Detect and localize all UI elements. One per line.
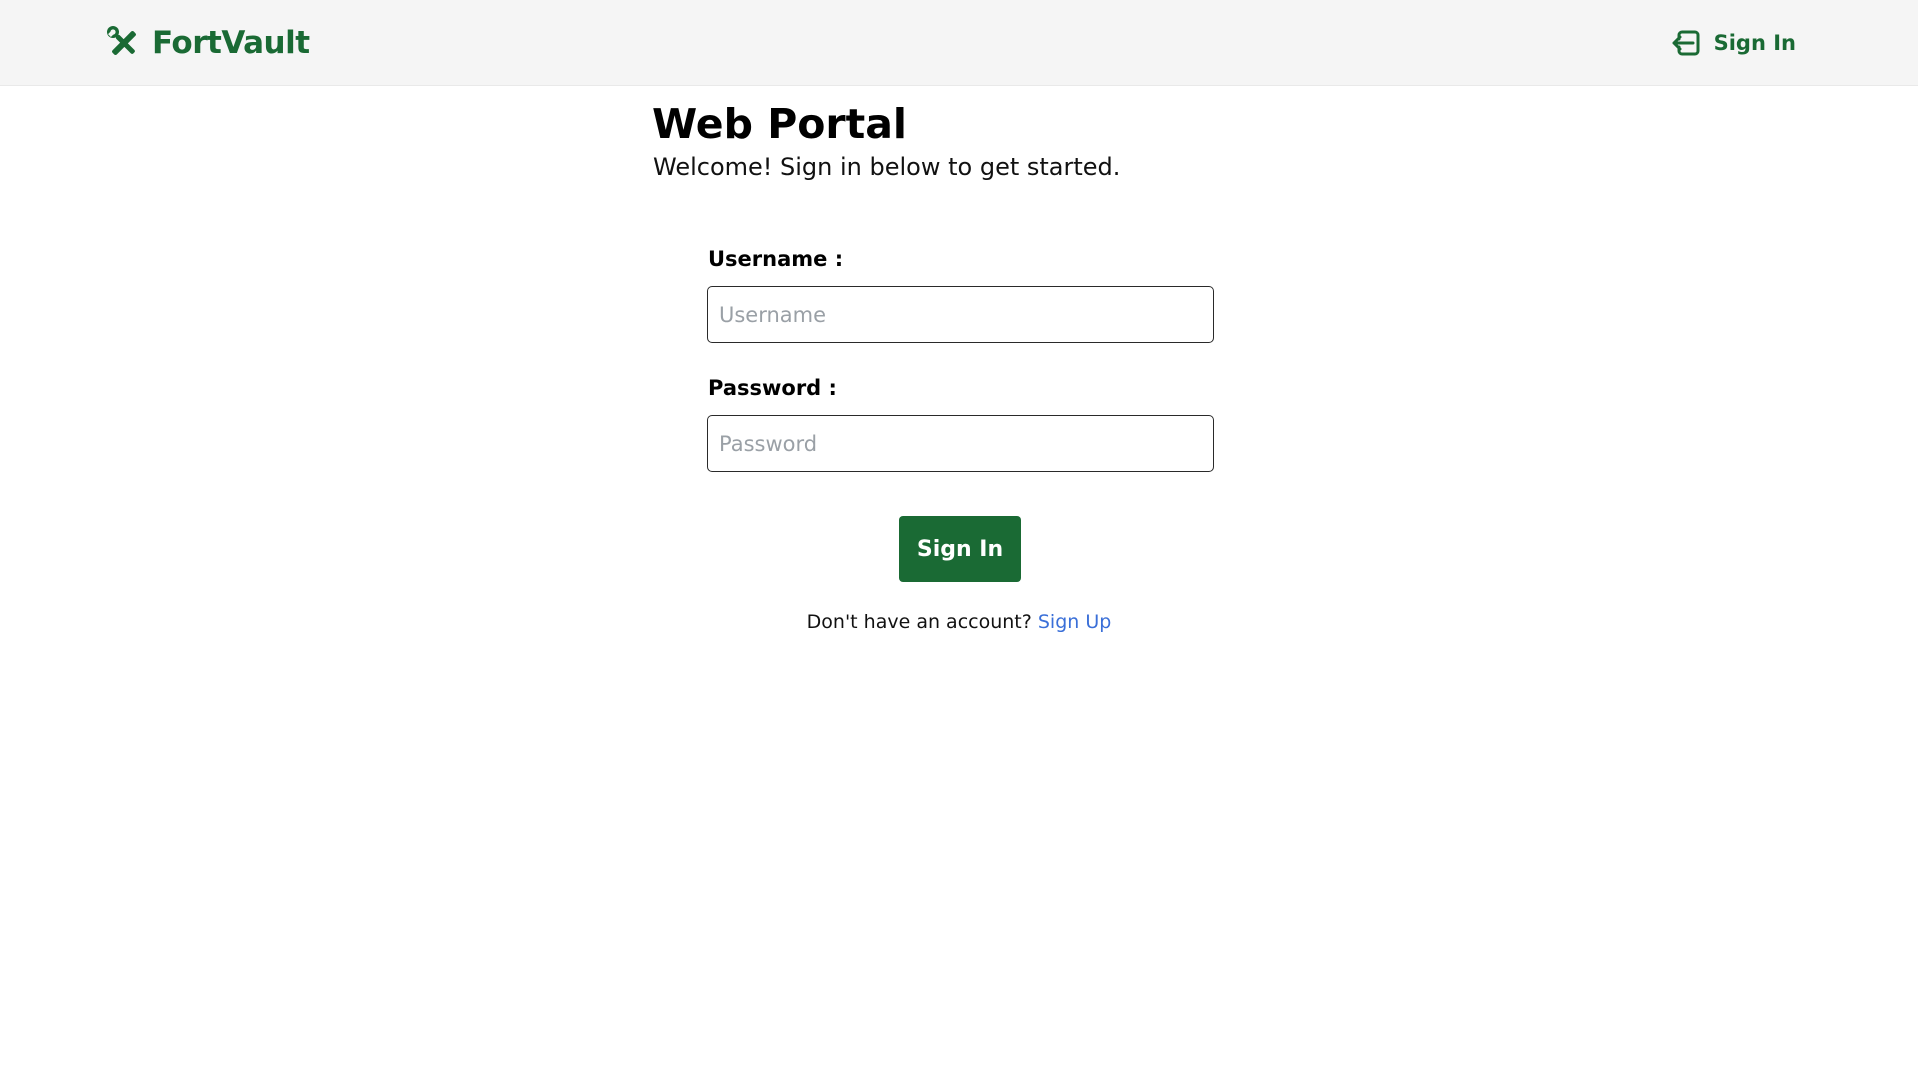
sign-in-button[interactable]: Sign In — [899, 516, 1021, 582]
username-label: Username : — [708, 247, 844, 271]
nav-sign-in-link[interactable]: Sign In — [1668, 24, 1796, 62]
brand-name: FortVault — [152, 25, 310, 61]
password-label: Password : — [708, 376, 837, 400]
tools-icon — [107, 26, 136, 55]
signup-prompt-line: Don't have an account? Sign Up — [0, 609, 1918, 635]
signup-prompt-text: Don't have an account? — [806, 611, 1032, 633]
username-input[interactable] — [707, 286, 1214, 343]
nav-sign-in-label: Sign In — [1713, 31, 1796, 55]
top-navbar: FortVault Sign In — [0, 0, 1918, 86]
brand-logo-link[interactable]: FortVault — [106, 22, 310, 64]
page-subtitle: Welcome! Sign in below to get started. — [653, 153, 1121, 181]
page-title: Web Portal — [652, 100, 907, 148]
sign-up-link[interactable]: Sign Up — [1038, 611, 1111, 633]
password-input[interactable] — [707, 415, 1214, 472]
sign-in-icon — [1672, 30, 1700, 56]
